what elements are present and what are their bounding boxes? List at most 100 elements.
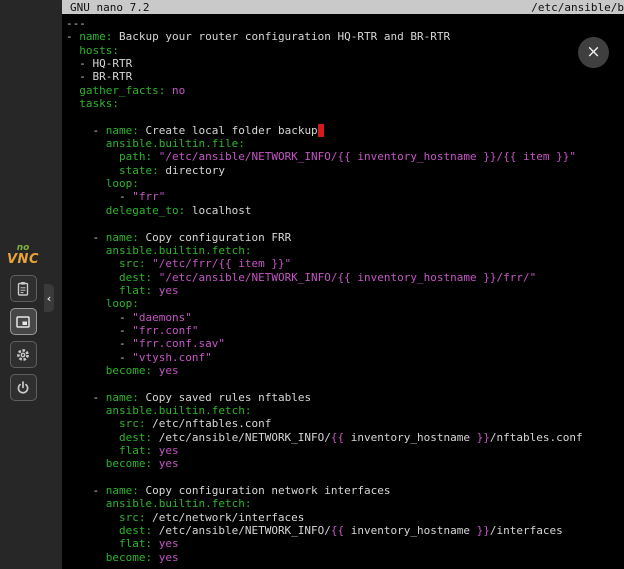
fullscreen-button[interactable] <box>10 308 37 335</box>
code-segment <box>66 244 106 257</box>
code-segment: yes <box>159 537 179 550</box>
code-segment: - <box>66 484 106 497</box>
code-segment: Copy configuration FRR <box>139 231 291 244</box>
code-segment: - HQ-RTR <box>66 57 132 70</box>
code-segment: - <box>66 124 106 137</box>
code-line <box>66 217 624 230</box>
code-segment: }} <box>477 524 490 537</box>
code-segment: inventory_hostname <box>344 431 476 444</box>
code-segment <box>66 404 106 417</box>
code-segment: inventory_hostname <box>344 524 476 537</box>
cursor <box>318 124 325 137</box>
code-segment <box>66 551 106 564</box>
code-segment: gather_facts: <box>79 84 165 97</box>
control-bar-handle[interactable]: ‹ <box>44 284 54 312</box>
code-segment <box>66 364 106 377</box>
code-segment: no <box>172 84 185 97</box>
code-segment: name: <box>106 391 139 404</box>
code-line: - "frr.conf.sav" <box>66 337 624 350</box>
code-segment: Backup your router configuration HQ-RTR … <box>112 30 450 43</box>
close-icon: × <box>586 44 600 61</box>
file-path: /etc/ansible/b <box>531 1 624 14</box>
code-segment: flat: <box>119 284 152 297</box>
code-segment: Create local folder backup <box>139 124 318 137</box>
code-segment: name: <box>79 30 112 43</box>
code-segment: yes <box>159 551 179 564</box>
code-segment: tasks: <box>79 97 119 110</box>
code-line: delegate_to: localhost <box>66 204 624 217</box>
code-segment <box>152 271 159 284</box>
code-segment: - <box>66 337 132 350</box>
code-segment <box>66 44 79 57</box>
code-segment <box>66 271 119 284</box>
code-line: loop: <box>66 297 624 310</box>
code-segment <box>66 177 106 190</box>
code-line: - name: Backup your router configuration… <box>66 30 624 43</box>
code-segment <box>66 137 106 150</box>
code-line: flat: yes <box>66 537 624 550</box>
code-line: src: /etc/network/interfaces <box>66 511 624 524</box>
code-line: - "daemons" <box>66 311 624 324</box>
code-segment <box>152 551 159 564</box>
code-segment: src: <box>119 511 146 524</box>
clipboard-button[interactable] <box>10 275 37 302</box>
nano-version: GNU nano 7.2 <box>70 1 149 14</box>
code-line: ansible.builtin.fetch: <box>66 244 624 257</box>
power-icon <box>15 380 31 396</box>
code-segment: "/etc/ansible/NETWORK_INFO/{{ inventory_… <box>159 150 576 163</box>
logo-text-vnc: VNC <box>7 253 39 266</box>
code-segment: /interfaces <box>490 524 563 537</box>
code-segment <box>152 284 159 297</box>
code-segment: --- <box>66 17 86 30</box>
gear-icon <box>15 347 31 363</box>
code-segment <box>66 150 119 163</box>
code-line: dest: "/etc/ansible/NETWORK_INFO/{{ inve… <box>66 271 624 284</box>
code-segment: - <box>66 30 79 43</box>
code-segment <box>152 457 159 470</box>
code-segment: "vtysh.conf" <box>132 351 211 364</box>
code-line <box>66 471 624 484</box>
close-button[interactable]: × <box>578 37 609 68</box>
code-segment: name: <box>106 484 139 497</box>
code-segment: path: <box>119 150 152 163</box>
nano-titlebar: GNU nano 7.2 /etc/ansible/b <box>62 0 624 14</box>
code-line: hosts: <box>66 44 624 57</box>
power-button[interactable] <box>10 374 37 401</box>
code-segment <box>165 84 172 97</box>
code-segment: loop: <box>106 297 139 310</box>
code-segment: ansible.builtin.file: <box>106 137 245 150</box>
code-segment: state: <box>119 164 159 177</box>
screen: no VNC <box>0 0 624 569</box>
code-line: become: yes <box>66 457 624 470</box>
code-segment: flat: <box>119 537 152 550</box>
code-segment: loop: <box>106 177 139 190</box>
vnc-sidebar: no VNC <box>0 0 62 569</box>
novnc-logo: no VNC <box>7 244 39 266</box>
code-line: - "frr" <box>66 190 624 203</box>
settings-button[interactable] <box>10 341 37 368</box>
code-line: --- <box>66 17 624 30</box>
code-line: become: yes <box>66 551 624 564</box>
code-segment: name: <box>106 231 139 244</box>
code-line: path: "/etc/ansible/NETWORK_INFO/{{ inve… <box>66 150 624 163</box>
code-line: dest: /etc/ansible/NETWORK_INFO/{{ inven… <box>66 524 624 537</box>
code-segment: src: <box>119 257 146 270</box>
code-segment <box>66 84 79 97</box>
code-line: ansible.builtin.file: <box>66 137 624 150</box>
code-line: - "vtysh.conf" <box>66 351 624 364</box>
terminal-window[interactable]: GNU nano 7.2 /etc/ansible/b ---- name: B… <box>62 0 624 569</box>
code-segment: "frr" <box>132 190 165 203</box>
code-segment: yes <box>159 284 179 297</box>
code-segment: ansible.builtin.fetch: <box>106 244 252 257</box>
code-line: become: yes <box>66 364 624 377</box>
code-line: - name: Copy configuration network inter… <box>66 484 624 497</box>
code-segment: flat: <box>119 444 152 457</box>
code-segment <box>66 417 119 430</box>
code-segment: - <box>66 311 132 324</box>
code-segment: {{ <box>331 524 344 537</box>
code-segment <box>66 444 119 457</box>
code-line <box>66 377 624 390</box>
code-segment <box>66 497 106 510</box>
code-segment: delegate_to: <box>106 204 185 217</box>
code-segment <box>152 364 159 377</box>
